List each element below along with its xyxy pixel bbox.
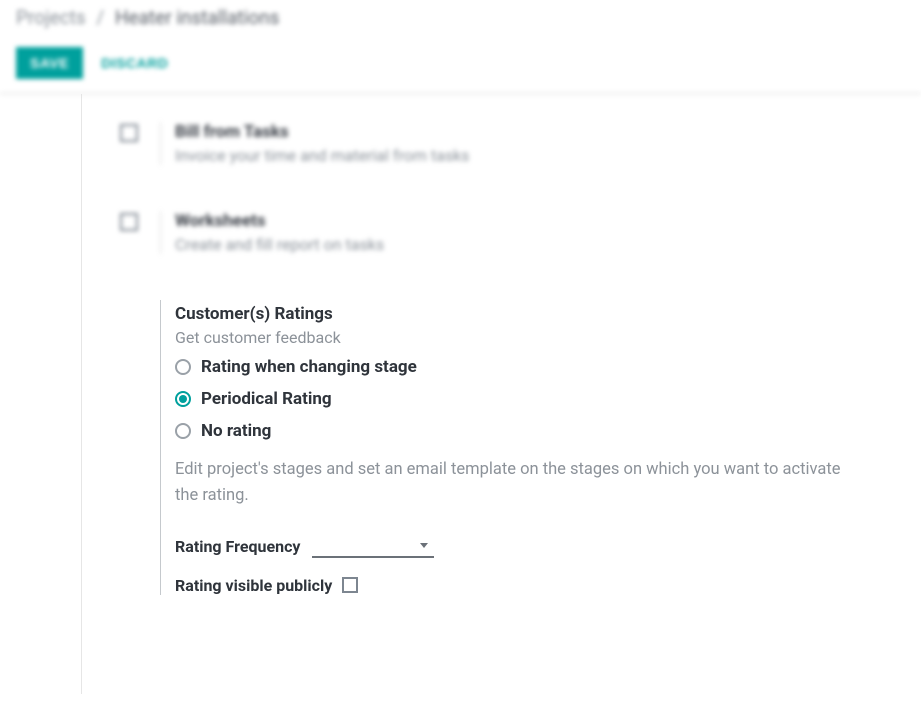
divider [160,122,161,165]
ratings-help-text: Edit project's stages and set an email t… [175,457,855,510]
ratings-subtitle: Get customer feedback [175,328,891,347]
radio-icon [175,359,191,375]
rating-frequency-row: Rating Frequency [175,536,891,558]
discard-button[interactable]: DISCARD [101,55,168,71]
radio-icon [175,423,191,439]
main-column: Bill from Tasks Invoice your time and ma… [82,94,921,694]
rating-public-label: Rating visible publicly [175,576,332,595]
bill-desc: Invoice your time and material from task… [175,146,891,165]
setting-worksheets: Worksheets Create and fill report on tas… [120,211,891,254]
ratings-body: Customer(s) Ratings Get customer feedbac… [175,300,891,595]
radio-label: Rating when changing stage [201,357,417,377]
worksheets-desc: Create and fill report on tasks [175,235,891,254]
radio-icon-selected [175,391,191,407]
breadcrumb-current: Heater installations [115,6,279,29]
radio-rating-periodical[interactable]: Periodical Rating [175,389,891,409]
bill-body: Bill from Tasks Invoice your time and ma… [175,122,891,165]
rating-public-row: Rating visible publicly [175,576,891,595]
header-buttons: SAVE DISCARD [16,47,905,79]
setting-customer-ratings: Customer(s) Ratings Get customer feedbac… [120,300,891,595]
setting-bill-from-tasks: Bill from Tasks Invoice your time and ma… [120,122,891,165]
bill-title: Bill from Tasks [175,122,891,142]
divider [160,300,161,595]
chevron-down-icon [420,543,428,548]
content: Bill from Tasks Invoice your time and ma… [0,94,921,694]
radio-label: Periodical Rating [201,389,332,409]
rating-frequency-select[interactable] [312,536,434,558]
radio-label: No rating [201,421,271,441]
radio-rating-none[interactable]: No rating [175,421,891,441]
rating-public-checkbox[interactable] [342,577,358,593]
ratings-title: Customer(s) Ratings [175,304,891,324]
worksheets-body: Worksheets Create and fill report on tas… [175,211,891,254]
breadcrumb-parent[interactable]: Projects [16,6,86,29]
worksheets-checkbox[interactable] [120,213,138,231]
breadcrumb: Projects / Heater installations [16,6,905,29]
save-button[interactable]: SAVE [16,47,83,79]
breadcrumb-separator: / [96,6,104,29]
rating-frequency-label: Rating Frequency [175,537,300,556]
header: Projects / Heater installations SAVE DIS… [0,0,921,94]
worksheets-title: Worksheets [175,211,891,231]
radio-rating-stage[interactable]: Rating when changing stage [175,357,891,377]
radio-dot-icon [179,395,187,403]
bill-checkbox[interactable] [120,124,138,142]
left-gutter [0,94,82,694]
divider [160,211,161,254]
